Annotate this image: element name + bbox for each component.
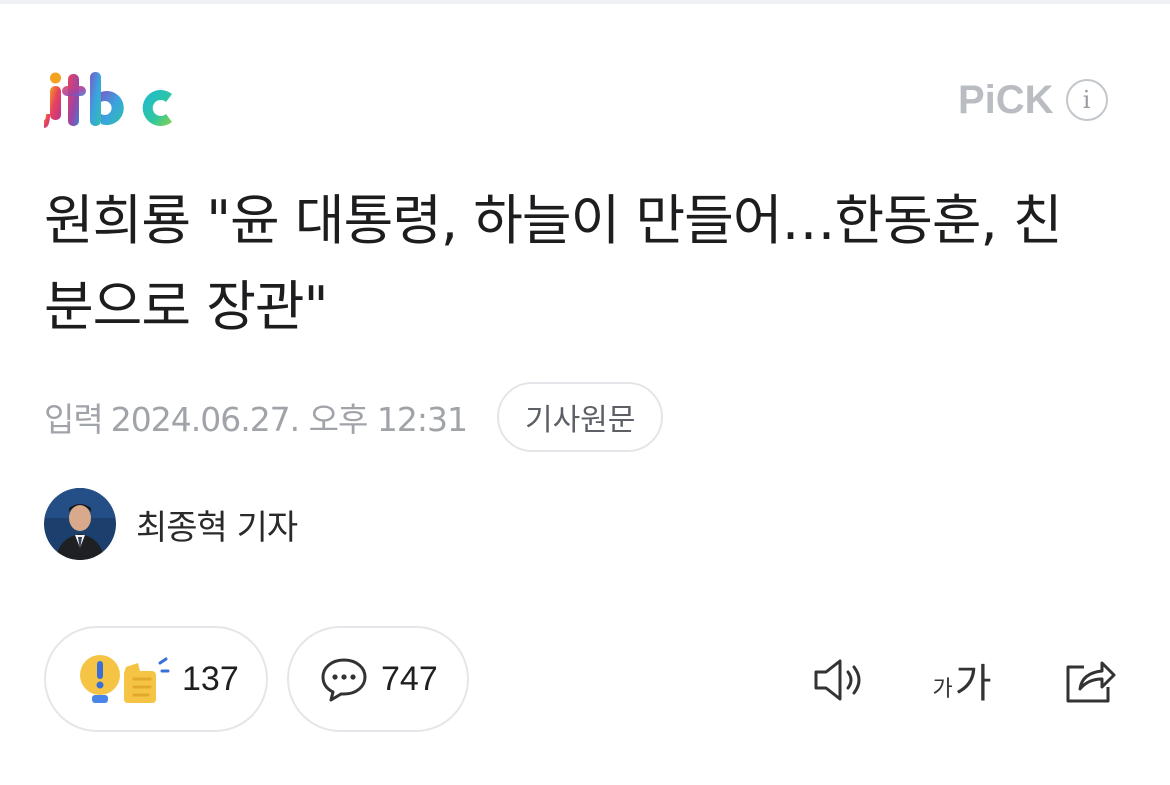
avatar[interactable]: [44, 488, 116, 560]
info-icon[interactable]: i: [1065, 79, 1108, 121]
top-divider: [0, 0, 1170, 4]
comment-button[interactable]: 747: [287, 626, 469, 732]
reaction-button[interactable]: 137: [44, 626, 268, 732]
author-name: 최종혁 기자: [136, 507, 298, 548]
reaction-count: 137: [182, 659, 239, 698]
date-label: 입력: [44, 400, 104, 439]
share-icon: [1066, 661, 1116, 703]
share-button[interactable]: [1058, 650, 1122, 710]
article-meta: 입력 2024.06.27. 오후 12:31 기사원문: [44, 382, 664, 452]
original-article-button[interactable]: 기사원문: [496, 382, 664, 452]
published-date: 2024.06.27. 오후 12:31: [110, 400, 468, 439]
reaction-emoji-icon: [80, 655, 170, 703]
font-size-large-label: 가: [954, 661, 992, 707]
text-to-speech-button[interactable]: [808, 650, 872, 710]
font-size-small-label: 가: [932, 677, 953, 702]
author-row[interactable]: 최종혁 기자: [44, 488, 298, 560]
jtbc-logo[interactable]: [44, 70, 174, 132]
speaker-icon: [814, 659, 861, 701]
comment-bubble-icon: [321, 658, 367, 702]
pick-badge[interactable]: PiCK i: [958, 76, 1108, 124]
article-title: 원희룡 "윤 대통령, 하늘이 만들어…한동훈, 친분으로 장관": [44, 189, 1063, 338]
font-size-button[interactable]: 가 가: [926, 650, 998, 710]
comment-count: 747: [381, 659, 438, 698]
pick-label: PiCK: [958, 77, 1054, 122]
